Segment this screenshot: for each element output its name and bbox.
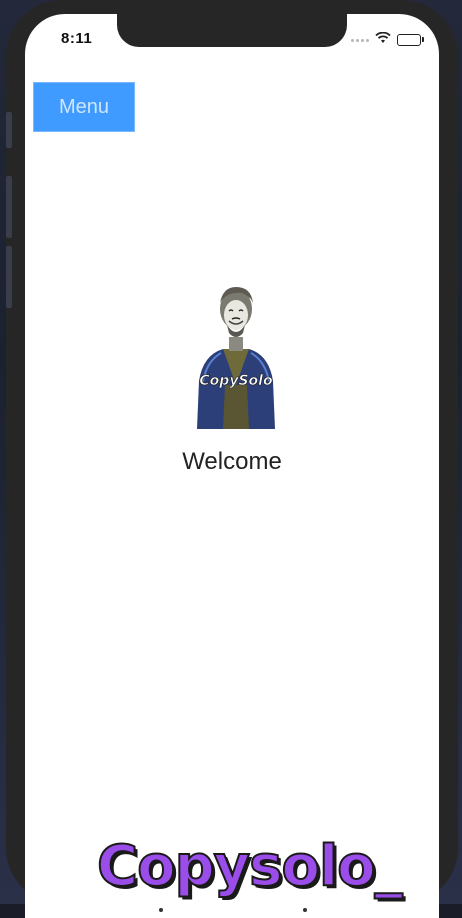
- signal-icon: [351, 38, 369, 42]
- welcome-label: Welcome: [182, 448, 282, 475]
- status-time: 8:11: [61, 30, 93, 47]
- watermark-text: Copysolo_: [96, 833, 404, 900]
- mute-switch: [6, 112, 12, 148]
- home-indicator-right: [303, 908, 307, 912]
- app-screen: 8:11 Menu CopySolo Welcome Copysolo_: [25, 14, 439, 918]
- notch: [117, 14, 347, 47]
- avatar-image: CopySolo: [193, 285, 279, 429]
- volume-down-button: [6, 246, 12, 308]
- battery-icon: [397, 34, 424, 46]
- volume-up-button: [6, 176, 12, 238]
- menu-button[interactable]: Menu: [33, 82, 135, 132]
- status-icons: [351, 31, 424, 49]
- home-indicator-left: [159, 908, 163, 912]
- avatar-caption: CopySolo: [199, 373, 273, 389]
- wifi-icon: [375, 31, 391, 49]
